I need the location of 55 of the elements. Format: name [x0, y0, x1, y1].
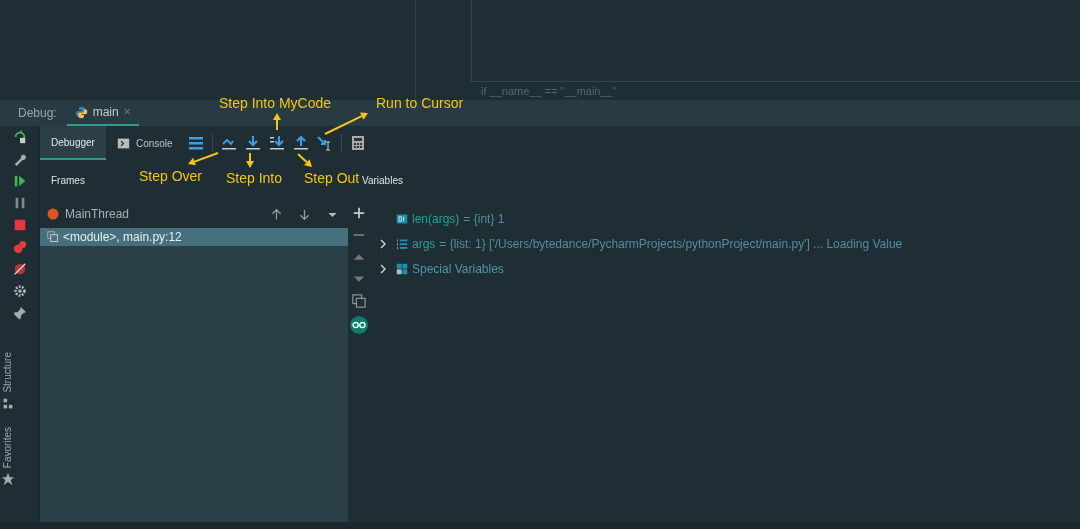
list-icon	[396, 237, 408, 250]
variable-name: args	[412, 235, 436, 253]
arrow-up-icon[interactable]	[270, 207, 283, 221]
number-icon	[396, 212, 408, 225]
grid-icon	[396, 262, 408, 275]
panel-label: Debug:	[18, 105, 57, 122]
breakpoints-icon[interactable]	[12, 240, 27, 254]
thread-status-icon	[47, 208, 59, 220]
annotation-label: Run to Cursor	[376, 96, 464, 110]
star-icon[interactable]	[1, 471, 15, 486]
tool-tab[interactable]: Debugger	[40, 126, 106, 160]
calculator-button[interactable]	[349, 135, 366, 151]
tool-tab[interactable]: Console	[105, 126, 184, 160]
python-icon	[74, 105, 88, 119]
step-into-button[interactable]	[244, 135, 261, 151]
structure-icon[interactable]	[1, 396, 15, 411]
code-line: if __name__ == "__main__"	[480, 84, 618, 99]
console-icon	[116, 136, 130, 150]
variable-name: Special Variables	[412, 260, 504, 278]
stop-icon[interactable]	[12, 218, 27, 232]
run-to-cursor-button[interactable]	[316, 135, 333, 151]
tool-window-tab[interactable]: Favorites	[2, 426, 14, 468]
annotation-arrow	[324, 112, 368, 135]
step-out-button[interactable]	[292, 135, 309, 151]
menu-button[interactable]	[187, 135, 204, 151]
annotation-arrow	[297, 153, 312, 167]
pin-icon[interactable]	[12, 306, 27, 320]
annotation-label: Step Into	[226, 171, 283, 185]
annotation-label: Step Over	[139, 169, 203, 183]
panel-title: Variables	[361, 173, 403, 188]
step-into-mycode-button[interactable]	[268, 135, 285, 151]
panel-title: Frames	[51, 174, 85, 186]
chevron-icon[interactable]	[378, 238, 388, 249]
annotation-arrow	[246, 152, 254, 168]
chevron-icon[interactable]	[378, 263, 388, 274]
variable-name: len(args)	[412, 210, 460, 228]
resume-icon[interactable]	[12, 174, 27, 188]
tool-window-tab[interactable]: Structure	[2, 352, 14, 393]
annotation-label: Step Out	[304, 171, 360, 185]
settings-icon[interactable]	[12, 284, 27, 298]
variable-value: = {list: 1} ['/Users/bytedance/PycharmProjects/pythonProject/main.py'] ... Loading Value	[439, 235, 903, 253]
wrench-icon[interactable]	[12, 152, 27, 166]
annotation-arrow	[188, 152, 219, 166]
plus-icon[interactable]	[352, 206, 366, 220]
copy-icon[interactable]	[352, 294, 366, 308]
mute-breakpoints-icon[interactable]	[12, 262, 27, 276]
thread-name: MainThread	[65, 206, 131, 223]
variable-value: = {int} 1	[463, 210, 505, 228]
annotation-arrow	[273, 113, 281, 131]
rerun-icon[interactable]	[12, 130, 27, 144]
frame-icon	[47, 231, 59, 243]
arrow-down-icon[interactable]	[298, 207, 311, 221]
annotation-label: Step Into MyCode	[219, 96, 332, 110]
stack-frame[interactable]: <module>, main.py:12	[40, 228, 348, 246]
glasses-icon[interactable]	[350, 316, 368, 334]
